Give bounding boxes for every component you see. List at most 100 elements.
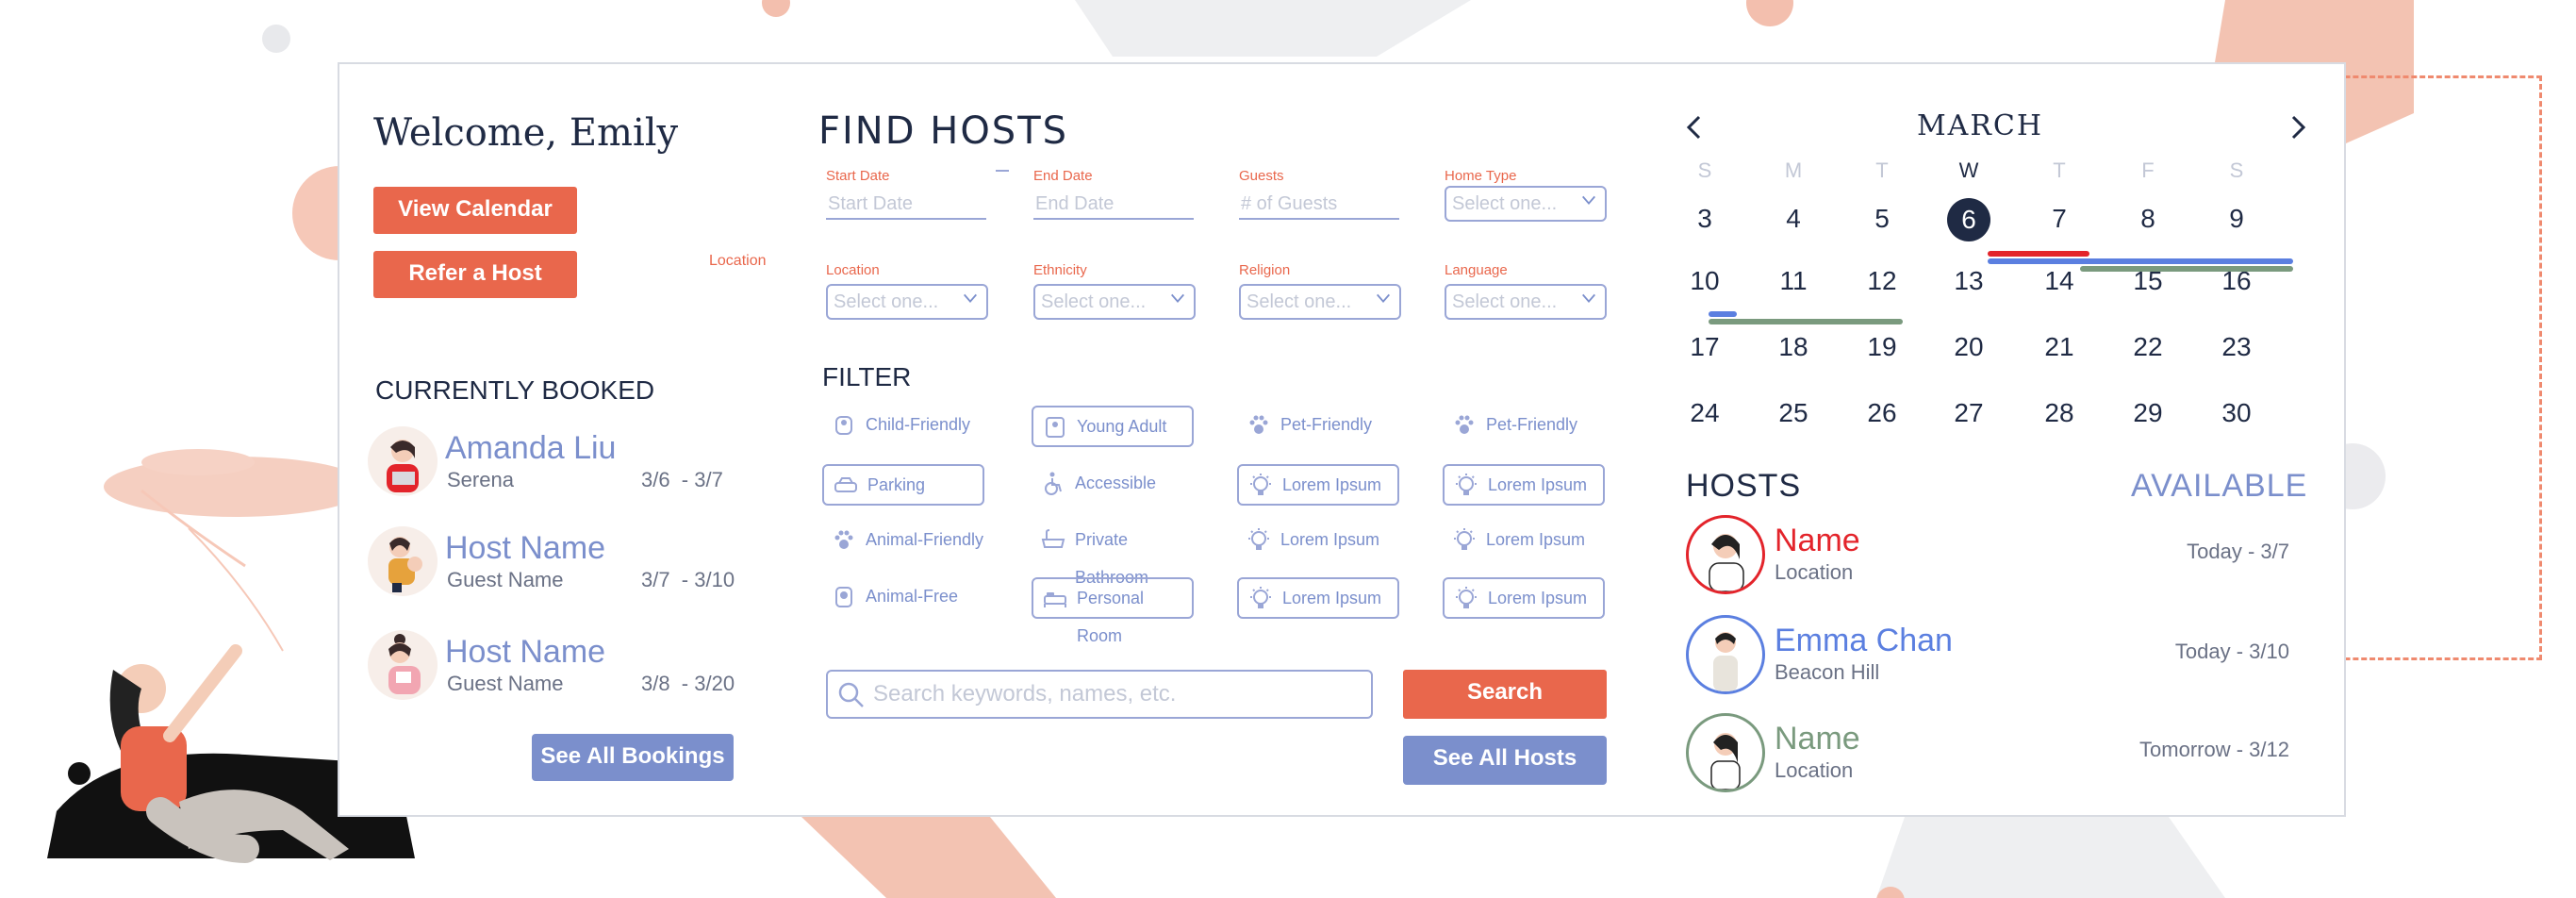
calendar-day-today[interactable]: 6 [1947,198,1990,241]
filter-chip-label: Lorem Ipsum [1486,530,1586,549]
location-field[interactable]: Location Select one... [826,262,996,320]
filter-chip[interactable]: Lorem Ipsum [1237,521,1399,562]
filter-chip[interactable]: Pet-Friendly [1443,406,1605,447]
search-icon [838,682,864,707]
filter-chip[interactable]: Lorem Ipsum [1443,464,1605,506]
calendar-day[interactable]: 29 [2120,398,2176,428]
view-calendar-button[interactable]: View Calendar [373,187,577,234]
religion-select[interactable]: Select one... [1239,284,1401,320]
chevron-left-icon[interactable] [1680,113,1709,141]
start-date-field[interactable]: Start Date Start Date [826,168,996,220]
avatar [368,426,438,496]
calendar-day[interactable]: 24 [1676,398,1733,428]
filter-chip-label: Lorem Ipsum [1488,589,1588,607]
bathtub-icon [1041,529,1065,548]
calendar-day[interactable]: 17 [1676,332,1733,362]
calendar-day[interactable]: 21 [2031,332,2088,362]
home-type-select[interactable]: Select one... [1445,186,1607,222]
home-type-field[interactable]: Home Type Select one... [1445,168,1614,222]
filter-chip-label: Child-Friendly [866,415,971,434]
chevron-right-icon[interactable] [2284,113,2312,141]
weekday-label: W [1958,158,1979,182]
filter-chip[interactable]: Parking [822,464,984,506]
search-input[interactable] [873,679,1354,709]
field-label: Guests [1239,168,1284,184]
host-item[interactable]: Name Location Tomorrow - 3/12 [1686,713,2289,798]
booking-item[interactable]: Amanda Liu Serena 3/6 - 3/7 [368,426,764,511]
host-availability: Today - 3/10 [2174,640,2289,663]
filter-chip[interactable]: Lorem Ipsum [1443,521,1605,562]
calendar-day[interactable]: 9 [2208,204,2265,234]
filter-chip[interactable]: Child-Friendly [822,406,984,447]
booking-dates: 3/7 - 3/10 [641,568,735,591]
calendar-day[interactable]: 3 [1676,204,1733,234]
date-range-separator [996,170,1009,172]
select-value: Select one... [834,291,939,312]
booking-item[interactable]: Host Name Guest Name 3/7 - 3/10 [368,526,764,611]
calendar-day[interactable]: 11 [1765,266,1822,296]
chevron-down-icon [964,293,977,303]
filter-chip[interactable]: Animal-Free [822,577,984,619]
host-item[interactable]: Emma Chan Beacon Hill Today - 3/10 [1686,615,2289,700]
filter-chip-label: Lorem Ipsum [1280,530,1380,549]
calendar-day[interactable]: 18 [1765,332,1822,362]
language-field[interactable]: Language Select one... [1445,262,1614,320]
host-location: Beacon Hill [1775,660,1880,684]
hosts-heading: HOSTS [1686,468,1802,504]
start-date-input[interactable]: Start Date [826,188,986,220]
calendar-day[interactable]: 28 [2031,398,2088,428]
chevron-down-icon [1171,293,1184,303]
no-animal-icon [835,587,852,607]
see-all-hosts-button[interactable]: See All Hosts [1403,736,1607,785]
ethnicity-select[interactable]: Select one... [1033,284,1196,320]
filter-heading: FILTER [822,362,912,391]
calendar-day[interactable]: 12 [1854,266,1910,296]
language-select[interactable]: Select one... [1445,284,1607,320]
calendar-day[interactable]: 13 [1940,266,1997,296]
calendar-day[interactable]: 10 [1676,266,1733,296]
weekday-label: T [2053,158,2066,182]
guests-field[interactable]: Guests # of Guests [1239,168,1409,220]
guests-input[interactable]: # of Guests [1239,188,1399,220]
booking-range-bar [1988,258,2293,264]
host-item[interactable]: Name Location Today - 3/7 [1686,515,2289,600]
filter-chip[interactable]: Private Bathroom [1032,521,1194,587]
filter-chip[interactable]: Pet-Friendly [1237,406,1399,447]
booking-host-name: Amanda Liu [445,430,617,466]
refer-host-button[interactable]: Refer a Host [373,251,577,298]
calendar-day[interactable]: 25 [1765,398,1822,428]
calendar-day[interactable]: 8 [2120,204,2176,234]
calendar-day[interactable]: 5 [1854,204,1910,234]
calendar-day[interactable]: 30 [2208,398,2265,428]
filter-chip[interactable]: Accessible [1032,464,1194,506]
field-label: Location [826,262,880,278]
end-date-field[interactable]: End Date End Date [1033,168,1203,220]
location-select[interactable]: Select one... [826,284,988,320]
calendar-day[interactable]: 4 [1765,204,1822,234]
ethnicity-field[interactable]: Ethnicity Select one... [1033,262,1203,320]
filter-chip[interactable]: Lorem Ipsum [1237,577,1399,619]
filter-chip-label: Lorem Ipsum [1282,475,1382,494]
filter-chip[interactable]: Lorem Ipsum [1237,464,1399,506]
filter-chip[interactable]: Animal-Friendly [822,521,984,562]
religion-field[interactable]: Religion Select one... [1239,262,1409,320]
calendar-day[interactable]: 14 [2031,266,2088,296]
calendar-day[interactable]: 26 [1854,398,1910,428]
calendar-day[interactable]: 20 [1940,332,1997,362]
search-box[interactable] [826,670,1373,719]
calendar-day[interactable]: 7 [2031,204,2088,234]
field-label: Ethnicity [1033,262,1087,278]
calendar-day[interactable]: 23 [2208,332,2265,362]
calendar-day[interactable]: 27 [1940,398,1997,428]
filter-chip[interactable]: Lorem Ipsum [1443,577,1605,619]
calendar-day[interactable]: 22 [2120,332,2176,362]
end-date-input[interactable]: End Date [1033,188,1194,220]
search-button[interactable]: Search [1403,670,1607,719]
available-heading: AVAILABLE [2131,468,2308,504]
booking-item[interactable]: Host Name Guest Name 3/8 - 3/20 [368,630,764,715]
see-all-bookings-button[interactable]: See All Bookings [532,734,734,781]
filter-chip[interactable]: Young Adult [1032,406,1194,447]
filter-chip[interactable]: Personal Room [1032,577,1194,645]
weekday-label: S [2229,158,2244,182]
calendar-day[interactable]: 19 [1854,332,1910,362]
